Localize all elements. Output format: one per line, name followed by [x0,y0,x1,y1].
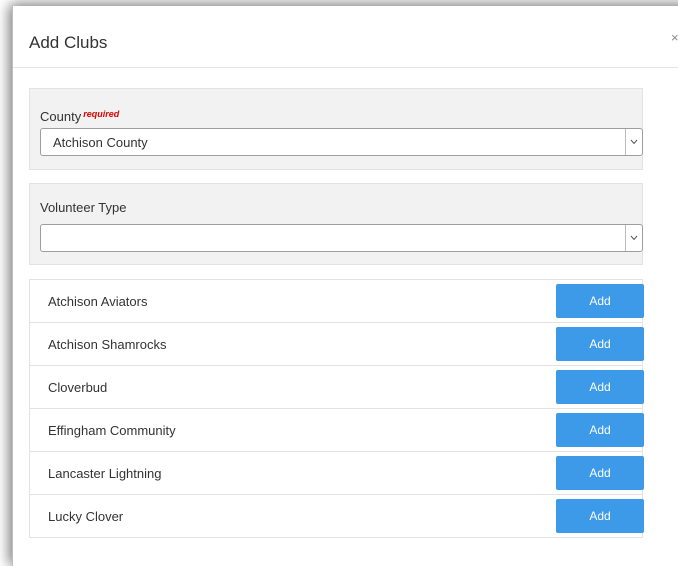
volunteer-type-select[interactable] [40,224,643,252]
add-club-button[interactable]: Add [556,456,644,490]
club-name: Lancaster Lightning [48,466,162,481]
volunteer-type-label: Volunteer Type [40,200,127,215]
add-club-button[interactable]: Add [556,370,644,404]
list-item: Atchison Aviators Add [30,280,644,323]
list-item: Atchison Shamrocks Add [30,323,644,366]
volunteer-type-panel: Volunteer Type [29,183,643,265]
add-club-button[interactable]: Add [556,499,644,533]
list-item: Lancaster Lightning Add [30,452,644,495]
club-name: Atchison Aviators [48,294,148,309]
add-club-button[interactable]: Add [556,284,644,318]
list-item: Lucky Clover Add [30,495,644,538]
county-select[interactable]: Atchison County [40,128,643,156]
club-name: Lucky Clover [48,509,124,524]
club-name: Effingham Community [48,423,176,438]
chevron-down-icon[interactable] [625,129,642,155]
list-item: Cloverbud Add [30,366,644,409]
county-label-text: County [40,109,82,124]
list-item: Effingham Community Add [30,409,644,452]
close-icon[interactable]: × [671,30,678,45]
county-label: County required [40,109,119,124]
required-indicator: required [83,109,120,119]
chevron-down-icon[interactable] [625,225,642,251]
modal-title: Add Clubs [29,33,108,52]
modal-header: Add Clubs × [13,6,678,68]
add-club-button[interactable]: Add [556,413,644,447]
county-select-value: Atchison County [53,135,148,150]
add-club-button[interactable]: Add [556,327,644,361]
club-name: Atchison Shamrocks [48,337,167,352]
club-name: Cloverbud [48,380,108,395]
club-list: Atchison Aviators Add Atchison Shamrocks… [29,279,644,538]
county-panel: County required Atchison County [29,88,643,170]
